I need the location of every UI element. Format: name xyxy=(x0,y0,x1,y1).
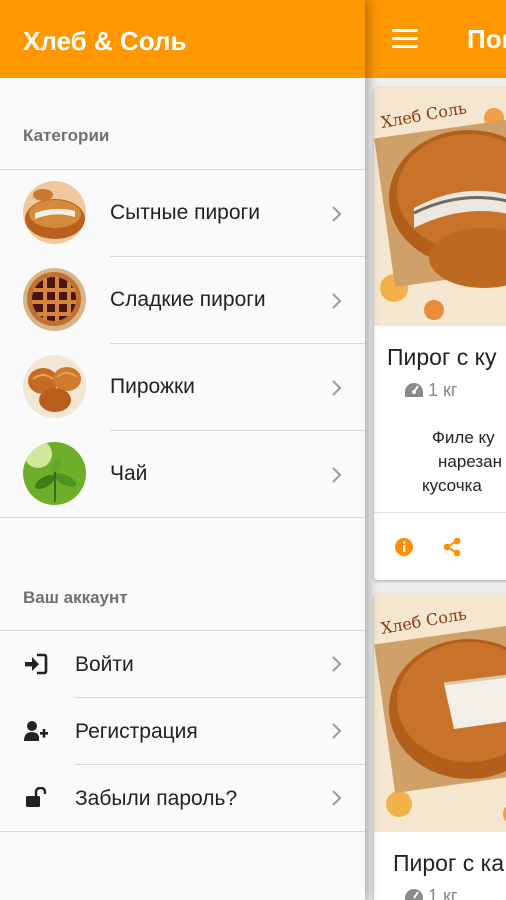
savory-pie-thumbnail xyxy=(23,181,86,244)
category-item-savory-pies[interactable]: Сытные пироги xyxy=(0,170,365,257)
category-label: Пирожки xyxy=(110,375,195,398)
category-item-pirozhki[interactable]: Пирожки xyxy=(0,344,365,431)
speedometer-icon xyxy=(405,889,423,900)
speedometer-icon xyxy=(405,383,423,397)
app-title: Хлеб & Соль xyxy=(23,26,187,56)
share-icon[interactable] xyxy=(441,536,463,558)
product-card[interactable]: Хлеб Соль Пирог с ка 1 кг xyxy=(374,594,506,900)
drawer-header: Хлеб & Соль xyxy=(0,0,365,78)
card-description: Филе ку нарезан кусочка xyxy=(422,428,503,495)
divider xyxy=(0,831,365,832)
category-label: Сытные пироги xyxy=(110,201,260,224)
registration-label: Регистрация xyxy=(75,720,198,743)
account-header: Ваш аккаунт xyxy=(23,588,128,607)
category-item-sweet-pies[interactable]: Сладкие пироги xyxy=(0,257,365,344)
card-title: Пирог с ка xyxy=(393,850,504,876)
card-weight: 1 кг xyxy=(405,380,457,401)
divider xyxy=(0,517,365,518)
card-weight: 1 кг xyxy=(405,886,457,900)
registration-item[interactable]: Регистрация xyxy=(0,698,365,765)
forgot-password-item[interactable]: Забыли пароль? xyxy=(0,765,365,832)
card-title: Пирог с ку xyxy=(387,344,497,370)
chevron-right-icon xyxy=(332,380,342,396)
chevron-right-icon xyxy=(332,467,342,483)
navigation-drawer: Хлеб & Соль Категории Сытные пироги Слад… xyxy=(0,0,365,900)
chevron-right-icon xyxy=(332,656,342,672)
login-item[interactable]: Войти xyxy=(0,631,365,698)
add-user-icon xyxy=(24,721,48,741)
pie-photo: Хлеб Соль xyxy=(374,88,506,326)
tea-leaves-thumbnail xyxy=(23,442,86,505)
chevron-right-icon xyxy=(332,206,342,222)
main-title: Пои xyxy=(467,24,506,54)
category-item-tea[interactable]: Чай xyxy=(0,431,365,518)
card-divider xyxy=(374,512,506,513)
menu-icon[interactable] xyxy=(392,29,418,49)
chevron-right-icon xyxy=(332,723,342,739)
info-icon[interactable] xyxy=(393,536,415,558)
product-card[interactable]: Хлеб Соль Пирог с ку 1 кг Филе ку нареза… xyxy=(374,88,506,580)
categories-header: Категории xyxy=(23,126,110,145)
unlock-icon xyxy=(26,787,47,807)
chevron-right-icon xyxy=(332,293,342,309)
login-label: Войти xyxy=(75,653,134,676)
pirozhki-thumbnail xyxy=(23,355,86,418)
category-label: Сладкие пироги xyxy=(110,288,266,311)
login-icon xyxy=(25,653,48,675)
chevron-right-icon xyxy=(332,790,342,806)
forgot-password-label: Забыли пароль? xyxy=(75,787,238,810)
category-label: Чай xyxy=(110,462,148,485)
pie-photo: Хлеб Соль xyxy=(374,594,506,832)
sweet-pie-thumbnail xyxy=(23,268,86,331)
